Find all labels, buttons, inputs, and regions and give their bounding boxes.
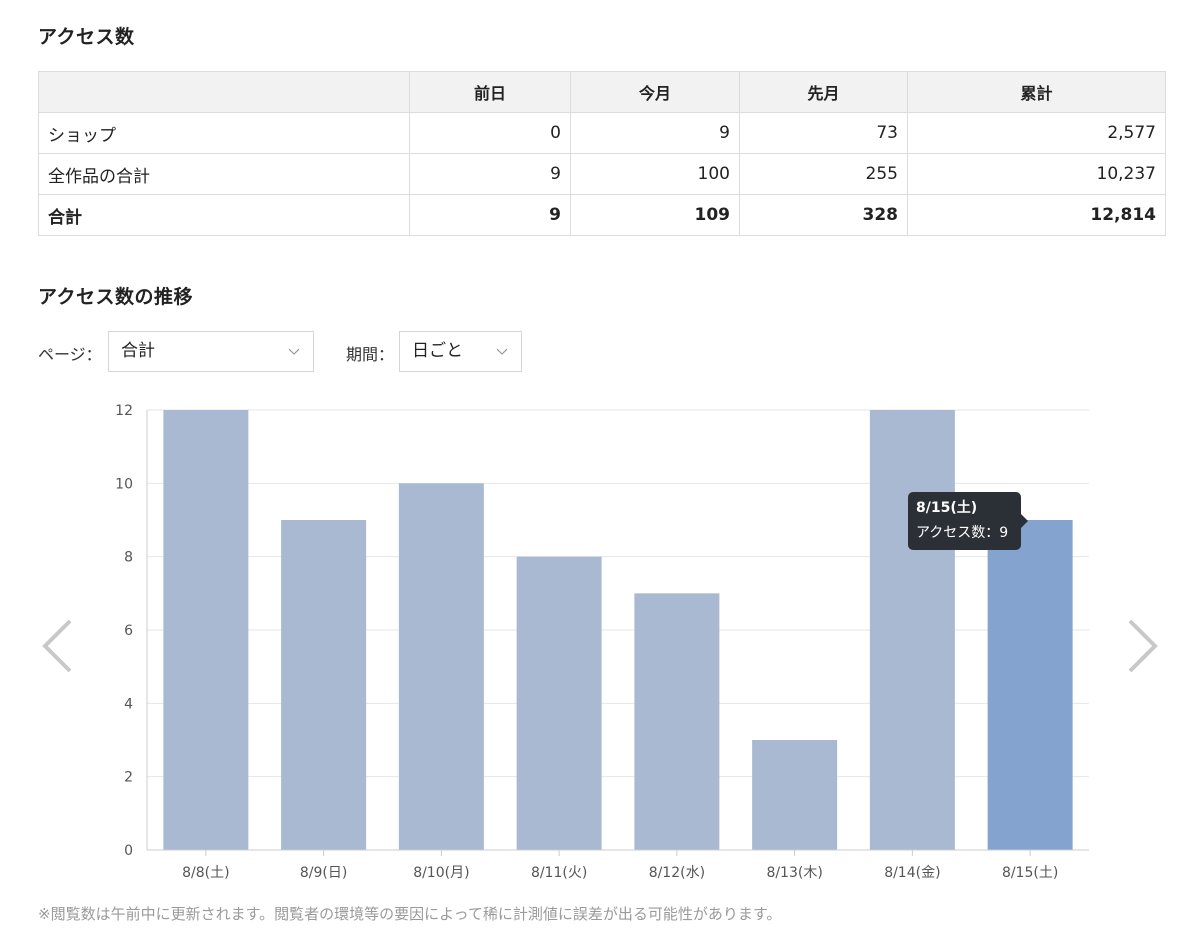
y-tick-label: 2 (124, 770, 133, 786)
table-cell: 12,814 (907, 194, 1166, 236)
chevron-down-icon (289, 348, 299, 355)
y-tick-label: 8 (124, 550, 133, 566)
chart-bar (987, 520, 1073, 850)
access-trend-title: アクセス数の推移 (38, 286, 194, 308)
page-select-value: 合計 (121, 341, 155, 361)
table-cell: 73 (739, 112, 908, 154)
table-cell: 328 (739, 194, 908, 236)
table-header-yesterday: 前日 (409, 71, 571, 113)
table-cell: 9 (570, 112, 740, 154)
chart-bar (281, 520, 367, 850)
tooltip-title: 8/15(土) (916, 500, 978, 516)
tooltip-body: アクセス数：9 (916, 525, 1009, 541)
page-select-label: ページ： (38, 345, 102, 364)
period-select-label: 期間： (346, 345, 395, 364)
x-tick-label: 8/12(水) (649, 865, 705, 881)
chart-bar (869, 410, 955, 850)
y-tick-label: 4 (124, 696, 133, 712)
chart-bar (398, 483, 484, 850)
page-select[interactable]: 合計 (108, 331, 314, 372)
chart-tooltip: 8/15(土) アクセス数：9 (908, 492, 1028, 550)
table-row: 全作品の合計 9 100 255 10,237 (38, 153, 1166, 195)
table-cell: 9 (409, 194, 571, 236)
tooltip-pointer (1021, 514, 1028, 528)
table-header-last-month: 先月 (739, 71, 908, 113)
y-tick-label: 6 (124, 623, 133, 639)
period-select-value: 日ごと (412, 341, 463, 361)
table-row-label: 合計 (38, 194, 410, 236)
table-cell: 10,237 (907, 153, 1166, 195)
table-header-cumulative: 累計 (907, 71, 1166, 113)
table-header-row: 前日 今月 先月 累計 (38, 71, 1166, 113)
table-cell: 2,577 (907, 112, 1166, 154)
x-tick-label: 8/13(木) (766, 865, 822, 881)
table-cell: 0 (409, 112, 571, 154)
access-stats-table: 前日 今月 先月 累計 ショップ 0 9 73 2,577 全作品の合計 9 1… (38, 71, 1166, 236)
x-tick-label: 8/8(土) (182, 865, 229, 881)
table-row: ショップ 0 9 73 2,577 (38, 112, 1166, 154)
x-tick-label: 8/14(金) (884, 865, 940, 881)
chart-bar (752, 740, 838, 850)
table-row-label: ショップ (38, 112, 410, 154)
x-tick-label: 8/11(火) (531, 865, 587, 881)
y-tick-label: 12 (115, 403, 133, 419)
table-header-this-month: 今月 (570, 71, 740, 113)
table-cell: 255 (739, 153, 908, 195)
table-cell: 109 (570, 194, 740, 236)
chart-bar (634, 593, 720, 850)
table-row-total: 合計 9 109 328 12,814 (38, 194, 1166, 236)
chart-bar (163, 410, 249, 850)
x-tick-label: 8/15(土) (1002, 865, 1058, 881)
table-row-label: 全作品の合計 (38, 153, 410, 195)
x-tick-label: 8/10(月) (413, 865, 469, 881)
y-tick-label: 0 (124, 843, 133, 859)
y-tick-label: 10 (115, 476, 133, 492)
x-tick-label: 8/9(日) (300, 865, 347, 881)
chevron-down-icon (497, 348, 507, 355)
table-cell: 100 (570, 153, 740, 195)
period-select[interactable]: 日ごと (399, 331, 522, 372)
footnote: ※閲覧数は午前中に更新されます。閲覧者の環境等の要因によって稀に計測値に誤差が出… (38, 905, 782, 923)
access-count-title: アクセス数 (38, 26, 135, 48)
access-trend-chart: 0 2 4 6 8 10 12 8/8(土) 8/9(日) 8/10(月) 8/11(火) 8/12(… (115, 403, 1089, 881)
table-cell: 9 (409, 153, 571, 195)
table-header-empty (38, 71, 410, 113)
chart-bar (516, 556, 602, 850)
